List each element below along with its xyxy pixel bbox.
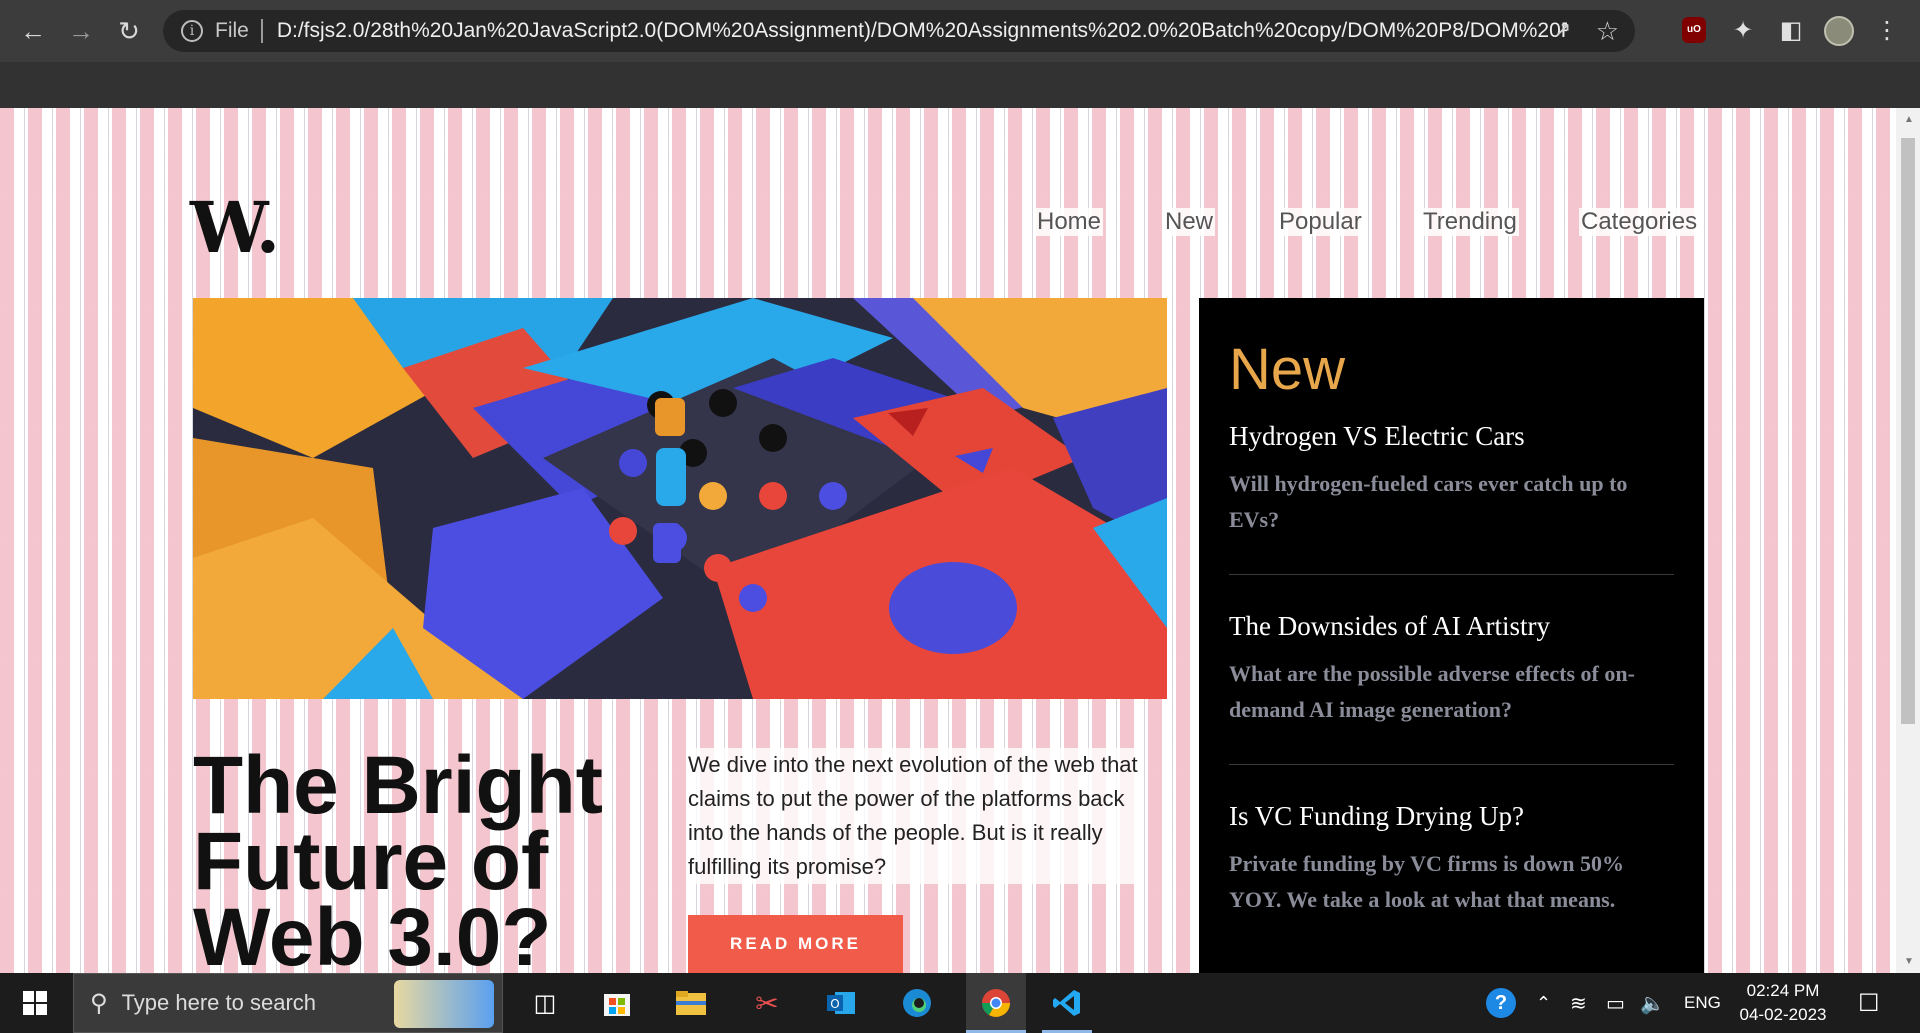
new-articles-sidebar: New Hydrogen VS Electric Cars Will hydro… (1199, 298, 1704, 973)
scroll-down-arrow-icon[interactable]: ▼ (1904, 956, 1914, 967)
search-highlight-icon (394, 980, 494, 1028)
page-scrollbar[interactable]: ▲ ▼ (1896, 108, 1920, 973)
address-bar[interactable]: i File D:/fsjs2.0/28th%20Jan%20JavaScrip… (163, 10, 1635, 52)
share-icon[interactable]: ↗ (1553, 18, 1577, 42)
help-icon[interactable]: ? (1486, 973, 1516, 1033)
web-page: W. Home New Popular Trending Categories (0, 108, 1896, 973)
read-more-button[interactable]: READ MORE (688, 915, 903, 973)
nav-new[interactable]: New (1163, 208, 1216, 236)
article-title[interactable]: Hydrogen VS Electric Cars (1229, 421, 1674, 452)
main-headline: The Bright Future of Web 3.0? (193, 740, 603, 974)
wifi-icon[interactable]: ≋ (1570, 973, 1587, 1033)
file-explorer-icon[interactable] (666, 973, 716, 1033)
sidebar-article[interactable]: Is VC Funding Drying Up? Private funding… (1229, 801, 1674, 954)
info-icon[interactable]: i (181, 20, 203, 42)
article-title[interactable]: The Downsides of AI Artistry (1229, 611, 1674, 642)
sidebar-heading: New (1229, 337, 1346, 402)
nav-categories[interactable]: Categories (1579, 208, 1700, 236)
sidebar-article[interactable]: Hydrogen VS Electric Cars Will hydrogen-… (1229, 421, 1674, 575)
volume-muted-icon[interactable]: 🔈 (1640, 973, 1665, 1033)
battery-icon[interactable]: ▭ (1606, 973, 1625, 1033)
menu-kebab-icon[interactable]: ⋮ (1872, 16, 1902, 46)
scrollbar-thumb[interactable] (1901, 138, 1915, 724)
back-icon[interactable]: ← (16, 14, 50, 48)
microsoft-store-icon[interactable] (592, 973, 642, 1033)
edge-browser-icon[interactable] (892, 973, 942, 1033)
scroll-up-arrow-icon[interactable]: ▲ (1904, 114, 1914, 125)
clock-date: 04-02-2023 (1739, 1005, 1827, 1024)
chrome-browser-icon[interactable] (966, 973, 1026, 1033)
forward-icon[interactable]: → (64, 14, 98, 48)
clock[interactable]: 02:24 PM 04-02-2023 (1728, 979, 1838, 1027)
sidebar-article[interactable]: The Downsides of AI Artistry What are th… (1229, 611, 1674, 765)
side-panel-icon[interactable]: ◧ (1776, 16, 1806, 46)
nav-popular[interactable]: Popular (1277, 208, 1364, 236)
windows-taskbar: ⚲ Type here to search ◫ ✂ O ? ⌃ ≋ ▭ 🔈 EN… (0, 973, 1920, 1033)
nav-trending[interactable]: Trending (1421, 208, 1519, 236)
language-indicator[interactable]: ENG (1684, 973, 1721, 1033)
windows-start-icon[interactable] (0, 973, 70, 1033)
task-view-icon[interactable]: ◫ (520, 973, 570, 1033)
article-description: What are the possible adverse effects of… (1229, 661, 1635, 722)
snipping-tool-icon[interactable]: ✂ (742, 973, 792, 1033)
url-text[interactable]: D:/fsjs2.0/28th%20Jan%20JavaScript2.0(DO… (277, 19, 1567, 43)
nav-home[interactable]: Home (1035, 208, 1104, 236)
search-placeholder: Type here to search (121, 990, 317, 1015)
bookmark-star-icon[interactable]: ☆ (1596, 17, 1619, 45)
ublock-extension-icon[interactable]: uO (1682, 17, 1706, 43)
svg-text:O: O (830, 997, 839, 1011)
extensions-puzzle-icon[interactable]: ✦ (1728, 16, 1758, 46)
hero-image (193, 298, 1167, 699)
article-description: Private funding by VC firms is down 50% … (1229, 851, 1625, 912)
article-blurb: We dive into the next evolution of the w… (688, 748, 1138, 884)
show-hidden-icons-chevron-icon[interactable]: ⌃ (1536, 973, 1551, 1033)
article-title[interactable]: Is VC Funding Drying Up? (1229, 801, 1674, 832)
browser-toolbar: ← → ↻ i File D:/fsjs2.0/28th%20Jan%20Jav… (0, 0, 1920, 62)
article-description: Will hydrogen-fueled cars ever catch up … (1229, 471, 1628, 532)
site-logo[interactable]: W. (190, 186, 280, 269)
browser-band (0, 62, 1920, 108)
notifications-icon[interactable]: ☐ (1858, 973, 1880, 1033)
divider (260, 19, 263, 43)
taskbar-search-box[interactable]: ⚲ Type here to search (73, 973, 503, 1033)
abstract-3d-blocks-illustration (193, 298, 1167, 699)
outlook-icon[interactable]: O (816, 973, 866, 1033)
reload-icon[interactable]: ↻ (112, 14, 146, 48)
vscode-icon[interactable] (1042, 973, 1092, 1033)
clock-time: 02:24 PM (1746, 981, 1820, 1000)
search-icon: ⚲ (90, 989, 108, 1017)
profile-avatar[interactable] (1824, 16, 1854, 46)
url-scheme-label: File (215, 19, 249, 42)
